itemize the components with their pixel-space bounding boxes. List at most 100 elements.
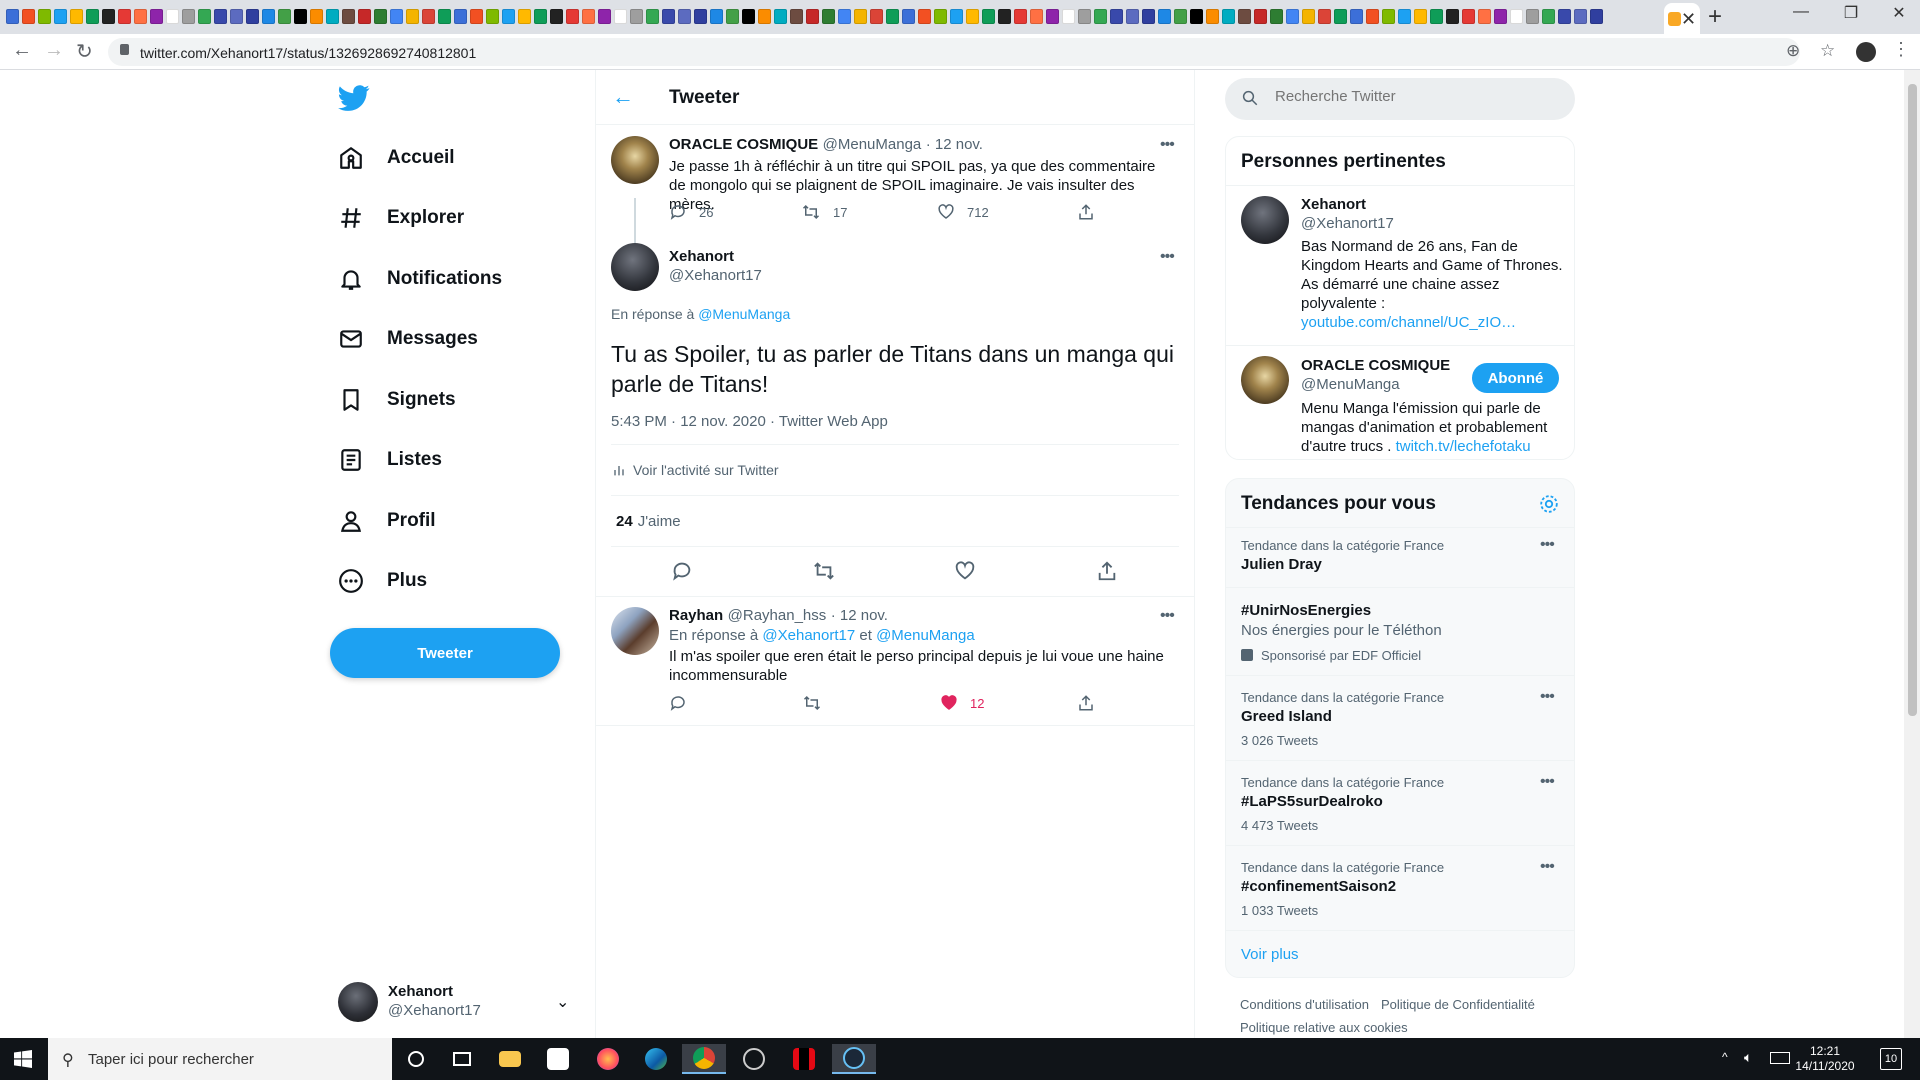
more-options-icon[interactable]: ••• — [1540, 858, 1555, 876]
tab-favicon[interactable] — [1478, 9, 1491, 25]
system-clock[interactable]: 12:21 14/11/2020 — [1790, 1044, 1860, 1074]
steam-icon[interactable] — [832, 1044, 876, 1074]
tab-favicon[interactable] — [1190, 9, 1203, 25]
tab-favicon[interactable] — [1510, 9, 1523, 25]
tab-favicon[interactable] — [150, 9, 163, 25]
tab-favicon[interactable] — [182, 9, 195, 25]
tab-favicon[interactable] — [1142, 9, 1155, 25]
tab-favicon[interactable] — [294, 9, 307, 25]
tweet-date[interactable]: · 12 nov. — [831, 607, 888, 624]
avatar[interactable] — [611, 243, 659, 291]
notification-center-icon[interactable]: 10 — [1880, 1048, 1902, 1070]
share-button[interactable] — [1077, 694, 1095, 712]
privacy-link[interactable]: Politique de Confidentialité — [1381, 997, 1535, 1012]
active-tab[interactable]: ✕ — [1664, 3, 1700, 34]
tab-favicon[interactable] — [246, 9, 259, 25]
tab-favicon[interactable] — [806, 9, 819, 25]
store-icon[interactable] — [536, 1044, 580, 1074]
account-switcher[interactable]: Xehanort @Xehanort17 ⌄ — [338, 978, 588, 1026]
file-explorer-icon[interactable] — [488, 1044, 532, 1074]
tab-favicon[interactable] — [550, 9, 563, 25]
trend-item[interactable]: Tendance dans la catégorie France ••• #L… — [1226, 760, 1574, 845]
tab-favicon[interactable] — [838, 9, 851, 25]
trend-item[interactable]: Tendance dans la catégorie France ••• Gr… — [1226, 675, 1574, 760]
tab-favicon[interactable] — [630, 9, 643, 25]
nav-bookmarks[interactable]: Signets — [338, 375, 456, 425]
tab-favicon[interactable] — [1414, 9, 1427, 25]
keyboard-icon[interactable] — [1770, 1052, 1790, 1064]
tab-favicon[interactable] — [1110, 9, 1123, 25]
tab-favicon[interactable] — [230, 9, 243, 25]
chrome-icon[interactable] — [682, 1044, 726, 1074]
page-scrollbar[interactable] — [1904, 70, 1920, 1038]
trend-item[interactable]: Tendance dans la catégorie France ••• Ju… — [1226, 527, 1574, 587]
tab-favicon[interactable] — [326, 9, 339, 25]
tab-favicon[interactable] — [934, 9, 947, 25]
tab-favicon[interactable] — [822, 9, 835, 25]
tab-favicon[interactable] — [262, 9, 275, 25]
trend-item[interactable]: #UnirNosEnergies Nos énergies pour le Té… — [1226, 587, 1574, 675]
tab-favicon[interactable] — [6, 9, 19, 25]
cookies-link[interactable]: Politique relative aux cookies — [1240, 1020, 1408, 1035]
tab-favicon[interactable] — [1334, 9, 1347, 25]
tab-favicon[interactable] — [1254, 9, 1267, 25]
bio-link[interactable]: twitch.tv/lechefotaku — [1396, 438, 1531, 455]
tab-favicon[interactable] — [38, 9, 51, 25]
mention-link[interactable]: @MenuManga — [698, 306, 790, 322]
tab-favicon[interactable] — [566, 9, 579, 25]
like-button[interactable]: 12 — [940, 694, 984, 712]
tab-favicon[interactable] — [1078, 9, 1091, 25]
browser-menu-icon[interactable]: ⋮ — [1892, 39, 1910, 60]
tab-favicon[interactable] — [54, 9, 67, 25]
tab-favicon[interactable] — [1462, 9, 1475, 25]
tweet-timestamp[interactable]: 5:43 PM · 12 nov. 2020 · Twitter Web App — [611, 413, 888, 430]
nav-notifications[interactable]: Notifications — [338, 254, 502, 304]
tab-favicon[interactable] — [742, 9, 755, 25]
nav-home[interactable]: Accueil — [338, 133, 455, 183]
view-activity-link[interactable]: Voir l'activité sur Twitter — [611, 462, 779, 478]
tab-favicon[interactable] — [1286, 9, 1299, 25]
mention-link[interactable]: @Xehanort17 — [762, 627, 855, 644]
person-handle[interactable]: @Xehanort17 — [1301, 215, 1394, 232]
tab-favicon[interactable] — [1350, 9, 1363, 25]
tab-favicon[interactable] — [1526, 9, 1539, 25]
tab-favicon[interactable] — [614, 9, 627, 25]
likes-summary[interactable]: 24 J'aime — [616, 513, 681, 530]
tab-favicon[interactable] — [486, 9, 499, 25]
back-icon[interactable]: ← — [12, 39, 32, 62]
tab-favicon[interactable] — [1558, 9, 1571, 25]
more-options-icon[interactable]: ••• — [1540, 773, 1555, 791]
new-tab-button[interactable]: + — [1708, 3, 1722, 31]
bio-link[interactable]: youtube.com/channel/UC_zIO… — [1301, 314, 1516, 331]
star-icon[interactable]: ☆ — [1820, 41, 1835, 61]
tab-favicon[interactable] — [726, 9, 739, 25]
tab-favicon[interactable] — [902, 9, 915, 25]
tab-favicon[interactable] — [854, 9, 867, 25]
tab-favicon[interactable] — [774, 9, 787, 25]
tab-favicon[interactable] — [1046, 9, 1059, 25]
install-icon[interactable]: ⊕ — [1786, 41, 1800, 61]
tab-favicon[interactable] — [1542, 9, 1555, 25]
scrollbar-thumb[interactable] — [1908, 84, 1917, 716]
tab-favicon[interactable] — [1398, 9, 1411, 25]
pinned-tabs[interactable] — [6, 8, 1666, 26]
tab-favicon[interactable] — [1238, 9, 1251, 25]
tab-favicon[interactable] — [678, 9, 691, 25]
more-options-icon[interactable]: ••• — [1160, 248, 1175, 266]
tab-favicon[interactable] — [1366, 9, 1379, 25]
more-options-icon[interactable]: ••• — [1160, 136, 1175, 154]
tab-favicon[interactable] — [886, 9, 899, 25]
address-bar[interactable]: twitter.com/Xehanort17/status/1326928692… — [108, 38, 1835, 66]
like-button[interactable] — [954, 560, 976, 582]
tab-favicon[interactable] — [406, 9, 419, 25]
tab-favicon[interactable] — [870, 9, 883, 25]
close-tab-icon[interactable]: ✕ — [1681, 9, 1696, 30]
tab-favicon[interactable] — [534, 9, 547, 25]
compose-tweet-button[interactable]: Tweeter — [330, 628, 560, 678]
tab-favicon[interactable] — [918, 9, 931, 25]
cortana-icon[interactable] — [394, 1044, 438, 1074]
tab-favicon[interactable] — [1302, 9, 1315, 25]
person-card[interactable]: ORACLE COSMIQUE @MenuManga Abonné Menu M… — [1226, 345, 1574, 459]
tab-favicon[interactable] — [518, 9, 531, 25]
person-handle[interactable]: @MenuManga — [1301, 376, 1400, 393]
